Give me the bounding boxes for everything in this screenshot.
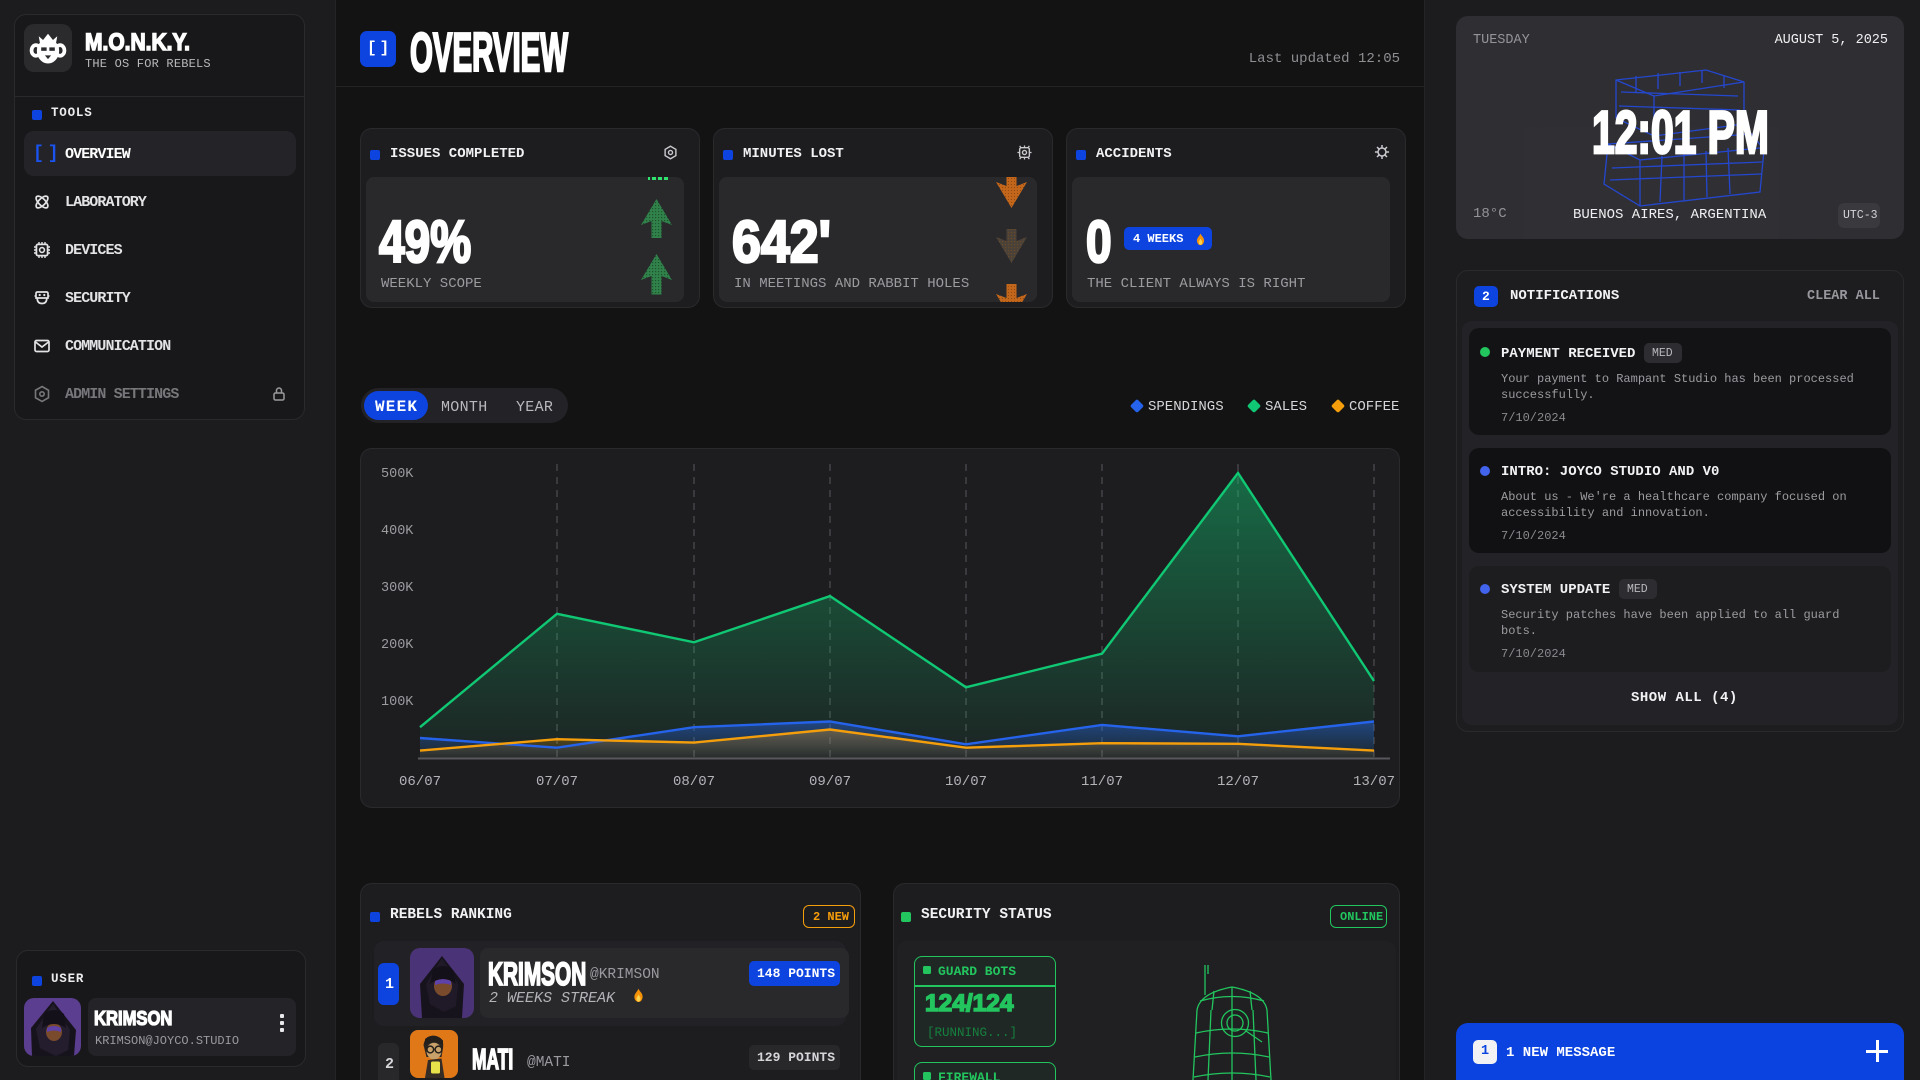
svg-text:300K: 300K — [381, 581, 414, 596]
svg-text:13/07: 13/07 — [1353, 774, 1395, 790]
svg-text:12/07: 12/07 — [1217, 774, 1259, 790]
svg-text:08/07: 08/07 — [673, 774, 715, 790]
svg-text:11/07: 11/07 — [1081, 774, 1123, 790]
svg-text:09/07: 09/07 — [809, 774, 851, 790]
svg-text:200K: 200K — [381, 638, 414, 653]
svg-text:10/07: 10/07 — [945, 774, 987, 790]
svg-text:06/07: 06/07 — [399, 774, 441, 790]
svg-text:400K: 400K — [381, 524, 414, 539]
svg-text:500K: 500K — [381, 467, 414, 482]
svg-text:07/07: 07/07 — [536, 774, 578, 790]
svg-text:100K: 100K — [381, 695, 414, 710]
